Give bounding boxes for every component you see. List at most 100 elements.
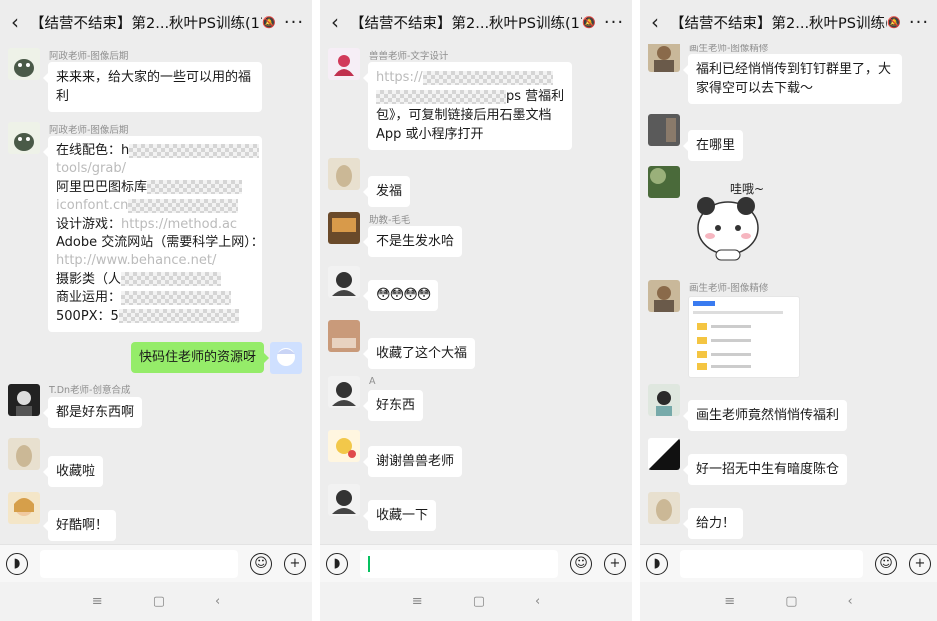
sender-name: 画生老师-图像精修 xyxy=(689,44,769,54)
text-caret xyxy=(368,555,370,572)
back-nav-button[interactable]: ‹ xyxy=(215,594,220,609)
avatar[interactable] xyxy=(328,376,360,408)
message-bubble[interactable]: 收藏了这个大福 xyxy=(362,338,476,369)
sender-name: 兽兽老师-文字设计 xyxy=(369,51,449,62)
redacted-text xyxy=(376,89,506,104)
avatar[interactable] xyxy=(8,384,40,416)
emoji-icon[interactable]: ☺ xyxy=(570,552,592,575)
avatar[interactable] xyxy=(328,320,360,352)
message-text: 家得空可以去下载～ xyxy=(696,81,814,96)
avatar[interactable] xyxy=(8,122,40,154)
link-text[interactable]: http://www.behance.net/ xyxy=(56,253,216,268)
avatar[interactable] xyxy=(648,384,680,416)
message-list[interactable]: 阿政老师-图像后期 来来来，给大家的一些可以用的福 利 阿政老师-图像后期 在线… xyxy=(0,44,312,544)
message-text: Adobe 交流网站（需要科学上网）： xyxy=(56,235,264,251)
chat-title: 【结营不结束】第2...秋叶PS训练(170) xyxy=(30,15,262,32)
sticker-caption: 哇哦~ xyxy=(730,182,765,196)
sender-name: 助教-毛毛 xyxy=(369,215,411,226)
system-nav-bar: ≡ ▢ ‹ xyxy=(640,582,937,621)
avatar[interactable] xyxy=(328,158,360,190)
menu-nav-button[interactable]: ≡ xyxy=(412,594,423,609)
back-nav-button[interactable]: ‹ xyxy=(848,594,853,609)
message-bubble[interactable]: 收藏一下 xyxy=(362,500,437,531)
panda-sticker[interactable]: 哇哦~ xyxy=(688,172,780,264)
message-bubble[interactable]: 在哪里 xyxy=(682,130,744,161)
bell-off-icon: 🔕 xyxy=(582,15,596,29)
message-bubble[interactable]: 在线配色：h tools/grab/ 阿里巴巴图标库 iconfont.cn 设… xyxy=(43,136,264,333)
link-text[interactable]: tools/grab/ xyxy=(56,161,126,176)
avatar[interactable] xyxy=(328,484,360,516)
message-text: 设计游戏： xyxy=(56,216,122,232)
avatar[interactable] xyxy=(648,280,680,312)
avatar[interactable] xyxy=(270,342,302,374)
message-bubble[interactable]: 给力！ xyxy=(682,508,744,539)
avatar[interactable] xyxy=(8,438,40,470)
avatar[interactable] xyxy=(648,438,680,470)
chevron-left-icon[interactable]: ‹ xyxy=(640,0,670,44)
message-bubble[interactable]: 好酷啊！ xyxy=(42,510,117,541)
home-nav-button[interactable]: ▢ xyxy=(785,594,797,609)
chevron-left-icon[interactable]: ‹ xyxy=(0,0,30,44)
message-text: 谢谢兽兽老师 xyxy=(376,454,455,469)
avatar[interactable] xyxy=(8,48,40,80)
avatar[interactable] xyxy=(648,114,680,146)
voice-icon[interactable]: ◗ xyxy=(646,552,668,575)
message-bubble[interactable]: 画生老师竟然悄悄传福利 xyxy=(682,400,848,431)
message-text: App 或小程序打开 xyxy=(376,127,484,142)
message-list[interactable]: 画生老师-图像精修 福利已经悄悄传到钉钉群里了，大 家得空可以去下载～ 在哪里 … xyxy=(640,44,937,544)
link-text[interactable]: iconfont.cn xyxy=(56,198,128,213)
message-text: 都是好东西啊 xyxy=(56,405,135,420)
message-input[interactable] xyxy=(360,549,558,578)
message-bubble[interactable]: 来来来，给大家的一些可以用的福 利 xyxy=(43,62,262,112)
home-nav-button[interactable]: ▢ xyxy=(153,594,165,609)
image-message[interactable] xyxy=(688,296,800,378)
message-list[interactable]: 兽兽老师-文字设计 https:// ps 营福利 包》，可复制链接后用石墨文档… xyxy=(320,44,632,544)
message-input[interactable] xyxy=(680,549,863,578)
avatar[interactable] xyxy=(8,492,40,524)
avatar[interactable] xyxy=(328,212,360,244)
message-bubble[interactable]: 都是好东西啊 xyxy=(42,397,143,428)
more-button[interactable]: ··· xyxy=(596,12,632,33)
chevron-left-icon[interactable]: ‹ xyxy=(320,0,350,44)
redacted-text xyxy=(118,309,239,324)
home-nav-button[interactable]: ▢ xyxy=(473,594,485,609)
menu-nav-button[interactable]: ≡ xyxy=(92,594,103,609)
message-bubble[interactable]: 发福 xyxy=(362,176,411,207)
message-bubble[interactable]: https:// ps 营福利 包》，可复制链接后用石墨文档 App 或小程序打… xyxy=(363,62,572,150)
emoji-icon[interactable]: ☺ xyxy=(875,552,897,575)
message-bubble[interactable]: 好东西 xyxy=(362,390,424,421)
voice-icon[interactable]: ◗ xyxy=(6,552,28,575)
redacted-text xyxy=(121,272,222,287)
back-nav-button[interactable]: ‹ xyxy=(535,594,540,609)
voice-icon[interactable]: ◗ xyxy=(326,552,348,575)
message-bubble[interactable]: 谢谢兽兽老师 xyxy=(362,446,463,477)
message-text: 在哪里 xyxy=(696,138,736,153)
emoji-icon[interactable]: ☺ xyxy=(250,552,272,575)
redacted-text xyxy=(422,70,553,85)
avatar[interactable] xyxy=(648,166,680,198)
plus-icon[interactable]: + xyxy=(284,552,306,575)
message-bubble[interactable]: 快码住老师的资源呀 xyxy=(130,342,270,373)
message-bubble[interactable]: 好一招无中生有暗度陈仓 xyxy=(682,454,848,485)
plus-icon[interactable]: + xyxy=(909,552,931,575)
more-button[interactable]: ··· xyxy=(901,12,937,33)
message-bubble[interactable]: 😳😳😳😳 xyxy=(362,280,439,311)
message-text: 收藏一下 xyxy=(376,508,429,523)
sender-name: 画生老师-图像精修 xyxy=(689,283,769,294)
avatar[interactable] xyxy=(328,266,360,298)
avatar[interactable] xyxy=(648,492,680,524)
message-text: 好酷啊！ xyxy=(56,518,109,533)
avatar[interactable] xyxy=(648,44,680,72)
sender-name: 阿政老师-图像后期 xyxy=(49,51,129,62)
message-input[interactable] xyxy=(40,549,238,578)
avatar[interactable] xyxy=(328,48,360,80)
link-text[interactable]: https:// xyxy=(376,70,423,85)
message-bubble[interactable]: 收藏啦 xyxy=(42,456,104,487)
plus-icon[interactable]: + xyxy=(604,552,626,575)
more-button[interactable]: ··· xyxy=(276,12,312,33)
message-bubble[interactable]: 不是生发水哈 xyxy=(362,226,463,257)
avatar[interactable] xyxy=(328,430,360,462)
link-text[interactable]: https://method.ac xyxy=(121,217,237,232)
message-bubble[interactable]: 福利已经悄悄传到钉钉群里了，大 家得空可以去下载～ xyxy=(683,54,902,104)
menu-nav-button[interactable]: ≡ xyxy=(724,594,735,609)
